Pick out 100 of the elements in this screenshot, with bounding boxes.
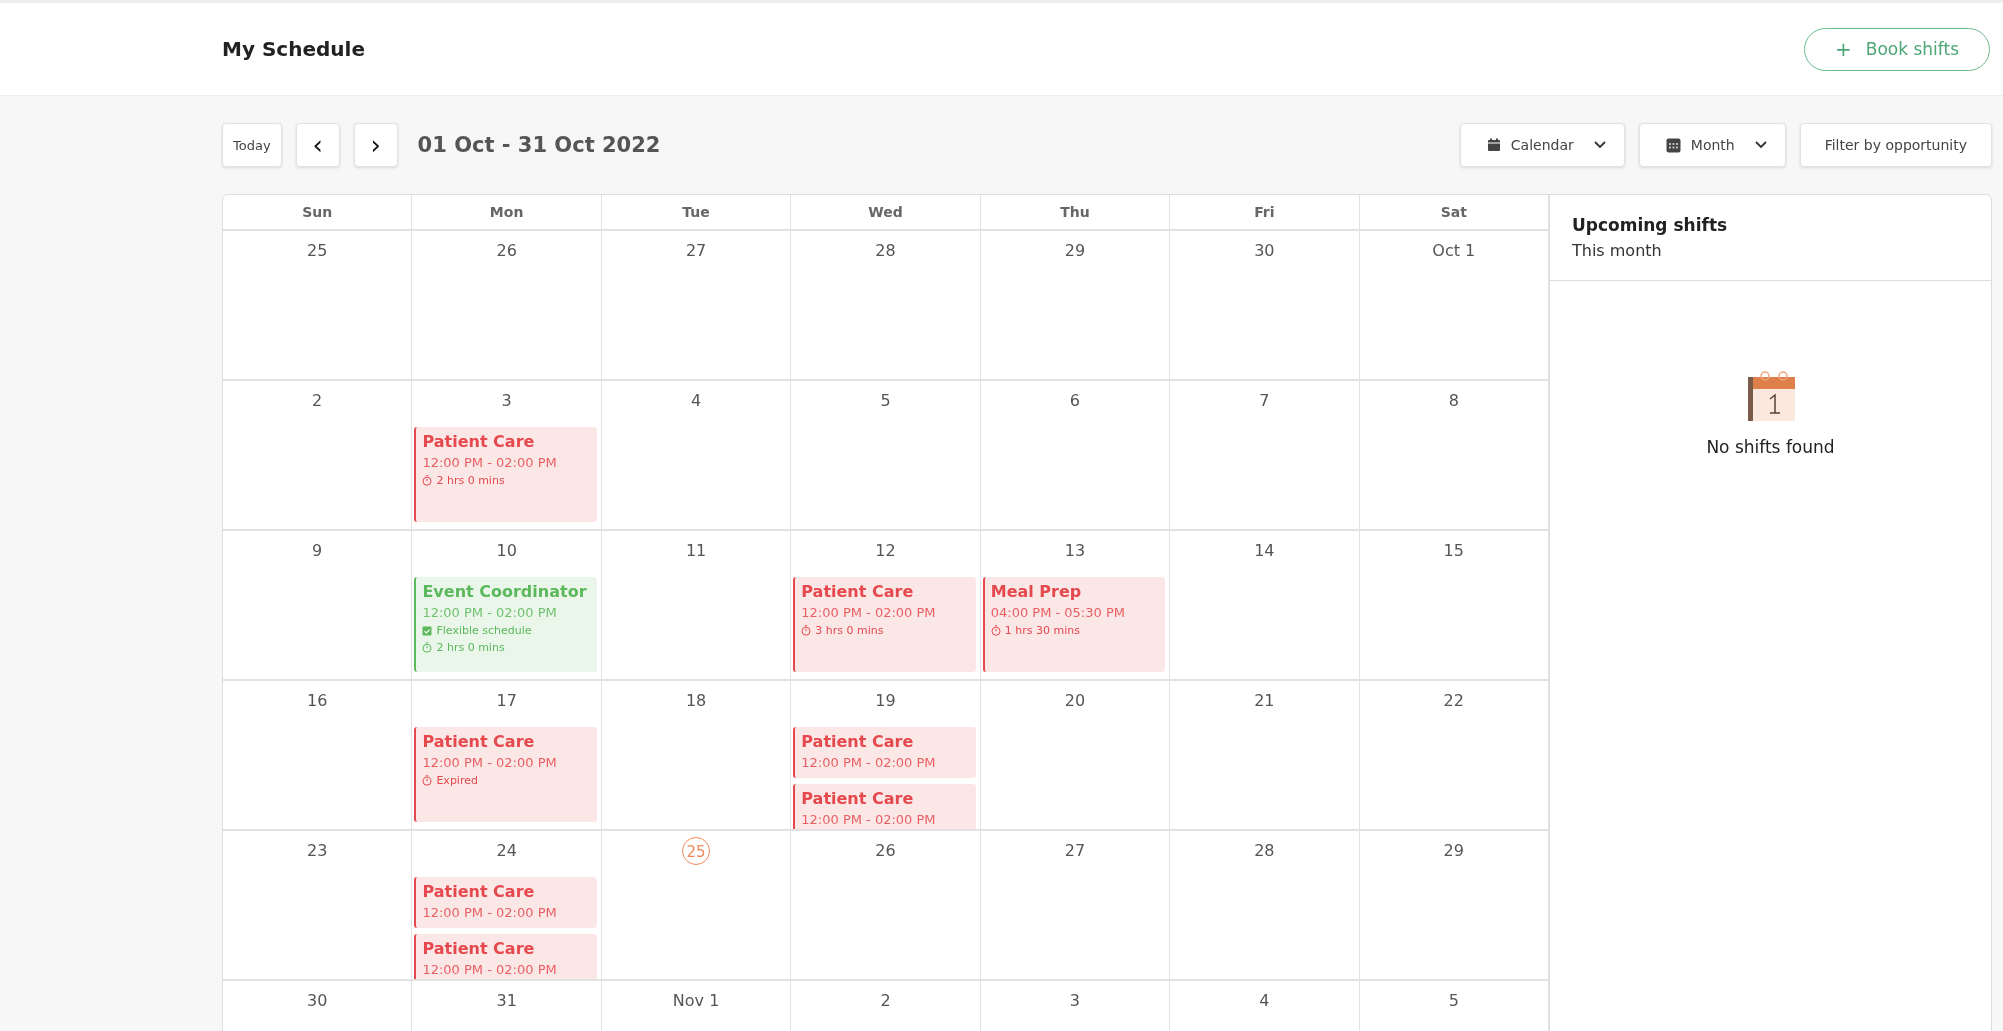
- day-number: 27: [684, 240, 708, 262]
- day-number: 5: [1447, 990, 1460, 1012]
- day-number: 2: [311, 390, 324, 412]
- day-number: Oct 1: [1431, 240, 1477, 262]
- chevron-down-icon: [1754, 141, 1767, 149]
- day-number: 8: [1447, 390, 1460, 412]
- weekday-header: Mon: [412, 195, 602, 229]
- shift-title: Meal Prep: [990, 582, 1083, 601]
- day-number: 24: [495, 840, 518, 862]
- shift-detail: 2 hrs 0 mins: [436, 641, 505, 654]
- today-button[interactable]: Today: [222, 123, 282, 167]
- shift-card[interactable]: Patient Care 12:00 PM - 02:00 PM 2 hrs 0 mins: [414, 427, 597, 522]
- day-number: 3: [1068, 990, 1081, 1012]
- view-dropdown[interactable]: Calendar: [1459, 123, 1625, 167]
- weekday-header: Tue: [601, 195, 792, 229]
- weekday-header: Sat: [1359, 195, 1549, 229]
- shift-card[interactable]: Event Coordinator 12:00 PM - 02:00 PM Flexible schedule 2 hrs 0 mins: [414, 577, 597, 672]
- day-number: 25: [306, 240, 329, 262]
- day-number: 31: [495, 990, 518, 1012]
- day-number: 20: [1063, 690, 1087, 712]
- shift-detail: Expired: [436, 774, 478, 787]
- shift-detail: Flexible schedule: [436, 624, 532, 637]
- book-shifts-button[interactable]: + Book shifts: [1803, 27, 1990, 71]
- stopwatch-icon: [422, 775, 433, 786]
- page-title: My Schedule: [222, 37, 365, 61]
- filter-button[interactable]: Filter by opportunity: [1799, 123, 1992, 167]
- shift-time: 12:00 PM - 02:00 PM: [422, 605, 558, 620]
- shift-card[interactable]: Patient Care 12:00 PM - 02:00 PM: [793, 727, 976, 778]
- calendar-grid-icon: [1665, 137, 1681, 153]
- day-number: 14: [1253, 540, 1276, 562]
- weekday-header: Thu: [980, 195, 1171, 229]
- day-number: 26: [495, 240, 518, 262]
- day-number: 9: [311, 540, 324, 562]
- shift-detail: 3 hrs 0 mins: [815, 624, 884, 637]
- day-number: 28: [1253, 840, 1276, 862]
- weekday-header: Fri: [1170, 195, 1360, 229]
- day-number: 6: [1068, 390, 1081, 412]
- day-number: 27: [1063, 840, 1087, 862]
- calendar-check-icon: [422, 625, 433, 636]
- shift-title: Patient Care: [422, 939, 536, 958]
- day-number: 12: [874, 540, 897, 562]
- shift-detail: 1 hrs 30 mins: [1004, 624, 1080, 637]
- next-button[interactable]: ›: [353, 123, 398, 167]
- day-number: 2: [879, 990, 892, 1012]
- shift-time: 12:00 PM - 02:00 PM: [422, 962, 558, 977]
- stopwatch-icon: [422, 475, 433, 486]
- shift-title: Patient Care: [801, 582, 915, 601]
- shift-title: Patient Care: [801, 732, 915, 751]
- day-number: 4: [689, 390, 703, 412]
- shift-card[interactable]: Patient Care 12:00 PM - 02:00 PM: [414, 877, 597, 928]
- day-number: 21: [1253, 690, 1276, 712]
- weekday-header: Sun: [223, 195, 413, 229]
- stopwatch-icon: [422, 642, 433, 653]
- shift-detail: 2 hrs 0 mins: [436, 474, 505, 487]
- day-number: 13: [1063, 540, 1087, 562]
- day-number: 30: [306, 990, 329, 1012]
- day-number: 29: [1063, 240, 1087, 262]
- calendar-icon: [1486, 138, 1501, 152]
- day-number: 18: [684, 690, 708, 712]
- weekday-header: Wed: [791, 195, 981, 229]
- shift-time: 12:00 PM - 02:00 PM: [801, 812, 937, 827]
- shift-time: 12:00 PM - 02:00 PM: [422, 755, 558, 770]
- period-dropdown[interactable]: Month: [1638, 123, 1786, 167]
- day-number: 10: [495, 540, 518, 562]
- shift-card[interactable]: Patient Care 12:00 PM - 02:00 PM Expired: [414, 727, 597, 822]
- chevron-down-icon: [1593, 141, 1606, 149]
- shift-title: Patient Care: [422, 732, 536, 751]
- sidebar-subtitle: This month: [1572, 241, 1663, 260]
- shift-title: Patient Care: [422, 882, 536, 901]
- day-number: 15: [1442, 540, 1465, 562]
- day-number: 29: [1442, 840, 1465, 862]
- day-number: 17: [495, 690, 518, 712]
- day-number: 26: [874, 840, 897, 862]
- shift-card[interactable]: Patient Care 12:00 PM - 02:00 PM 3 hrs 0 mins: [793, 577, 976, 672]
- shift-time: 12:00 PM - 02:00 PM: [801, 605, 937, 620]
- stopwatch-icon: [990, 625, 1001, 636]
- day-number: 16: [306, 690, 329, 712]
- empty-state-text: No shifts found: [1706, 437, 1835, 457]
- shift-time: 04:00 PM - 05:30 PM: [990, 605, 1126, 620]
- shift-card[interactable]: Patient Care 12:00 PM - 02:00 PM: [793, 784, 976, 829]
- shift-time: 12:00 PM - 02:00 PM: [422, 455, 558, 470]
- shift-time: 12:00 PM - 02:00 PM: [422, 905, 558, 920]
- day-number: Nov 1: [671, 990, 721, 1012]
- sidebar-title: Upcoming shifts: [1572, 215, 1729, 235]
- shift-time: 12:00 PM - 02:00 PM: [801, 755, 937, 770]
- day-number: 30: [1253, 240, 1276, 262]
- day-number: 28: [874, 240, 897, 262]
- shift-card[interactable]: Meal Prep 04:00 PM - 05:30 PM 1 hrs 30 mins: [982, 577, 1166, 672]
- shift-title: Event Coordinator: [422, 582, 588, 601]
- day-number: 19: [874, 690, 897, 712]
- shift-title: Patient Care: [801, 789, 915, 808]
- shift-title: Patient Care: [422, 432, 536, 451]
- day-number: 5: [879, 390, 892, 412]
- day-number: 11: [684, 540, 708, 562]
- shift-card[interactable]: Patient Care 12:00 PM - 02:00 PM: [414, 934, 597, 979]
- day-number: 3: [500, 390, 513, 412]
- date-range: 01 Oct - 31 Oct 2022: [417, 133, 661, 157]
- previous-button[interactable]: ‹: [295, 123, 340, 167]
- day-number: 23: [306, 840, 329, 862]
- day-number: 22: [1442, 690, 1465, 712]
